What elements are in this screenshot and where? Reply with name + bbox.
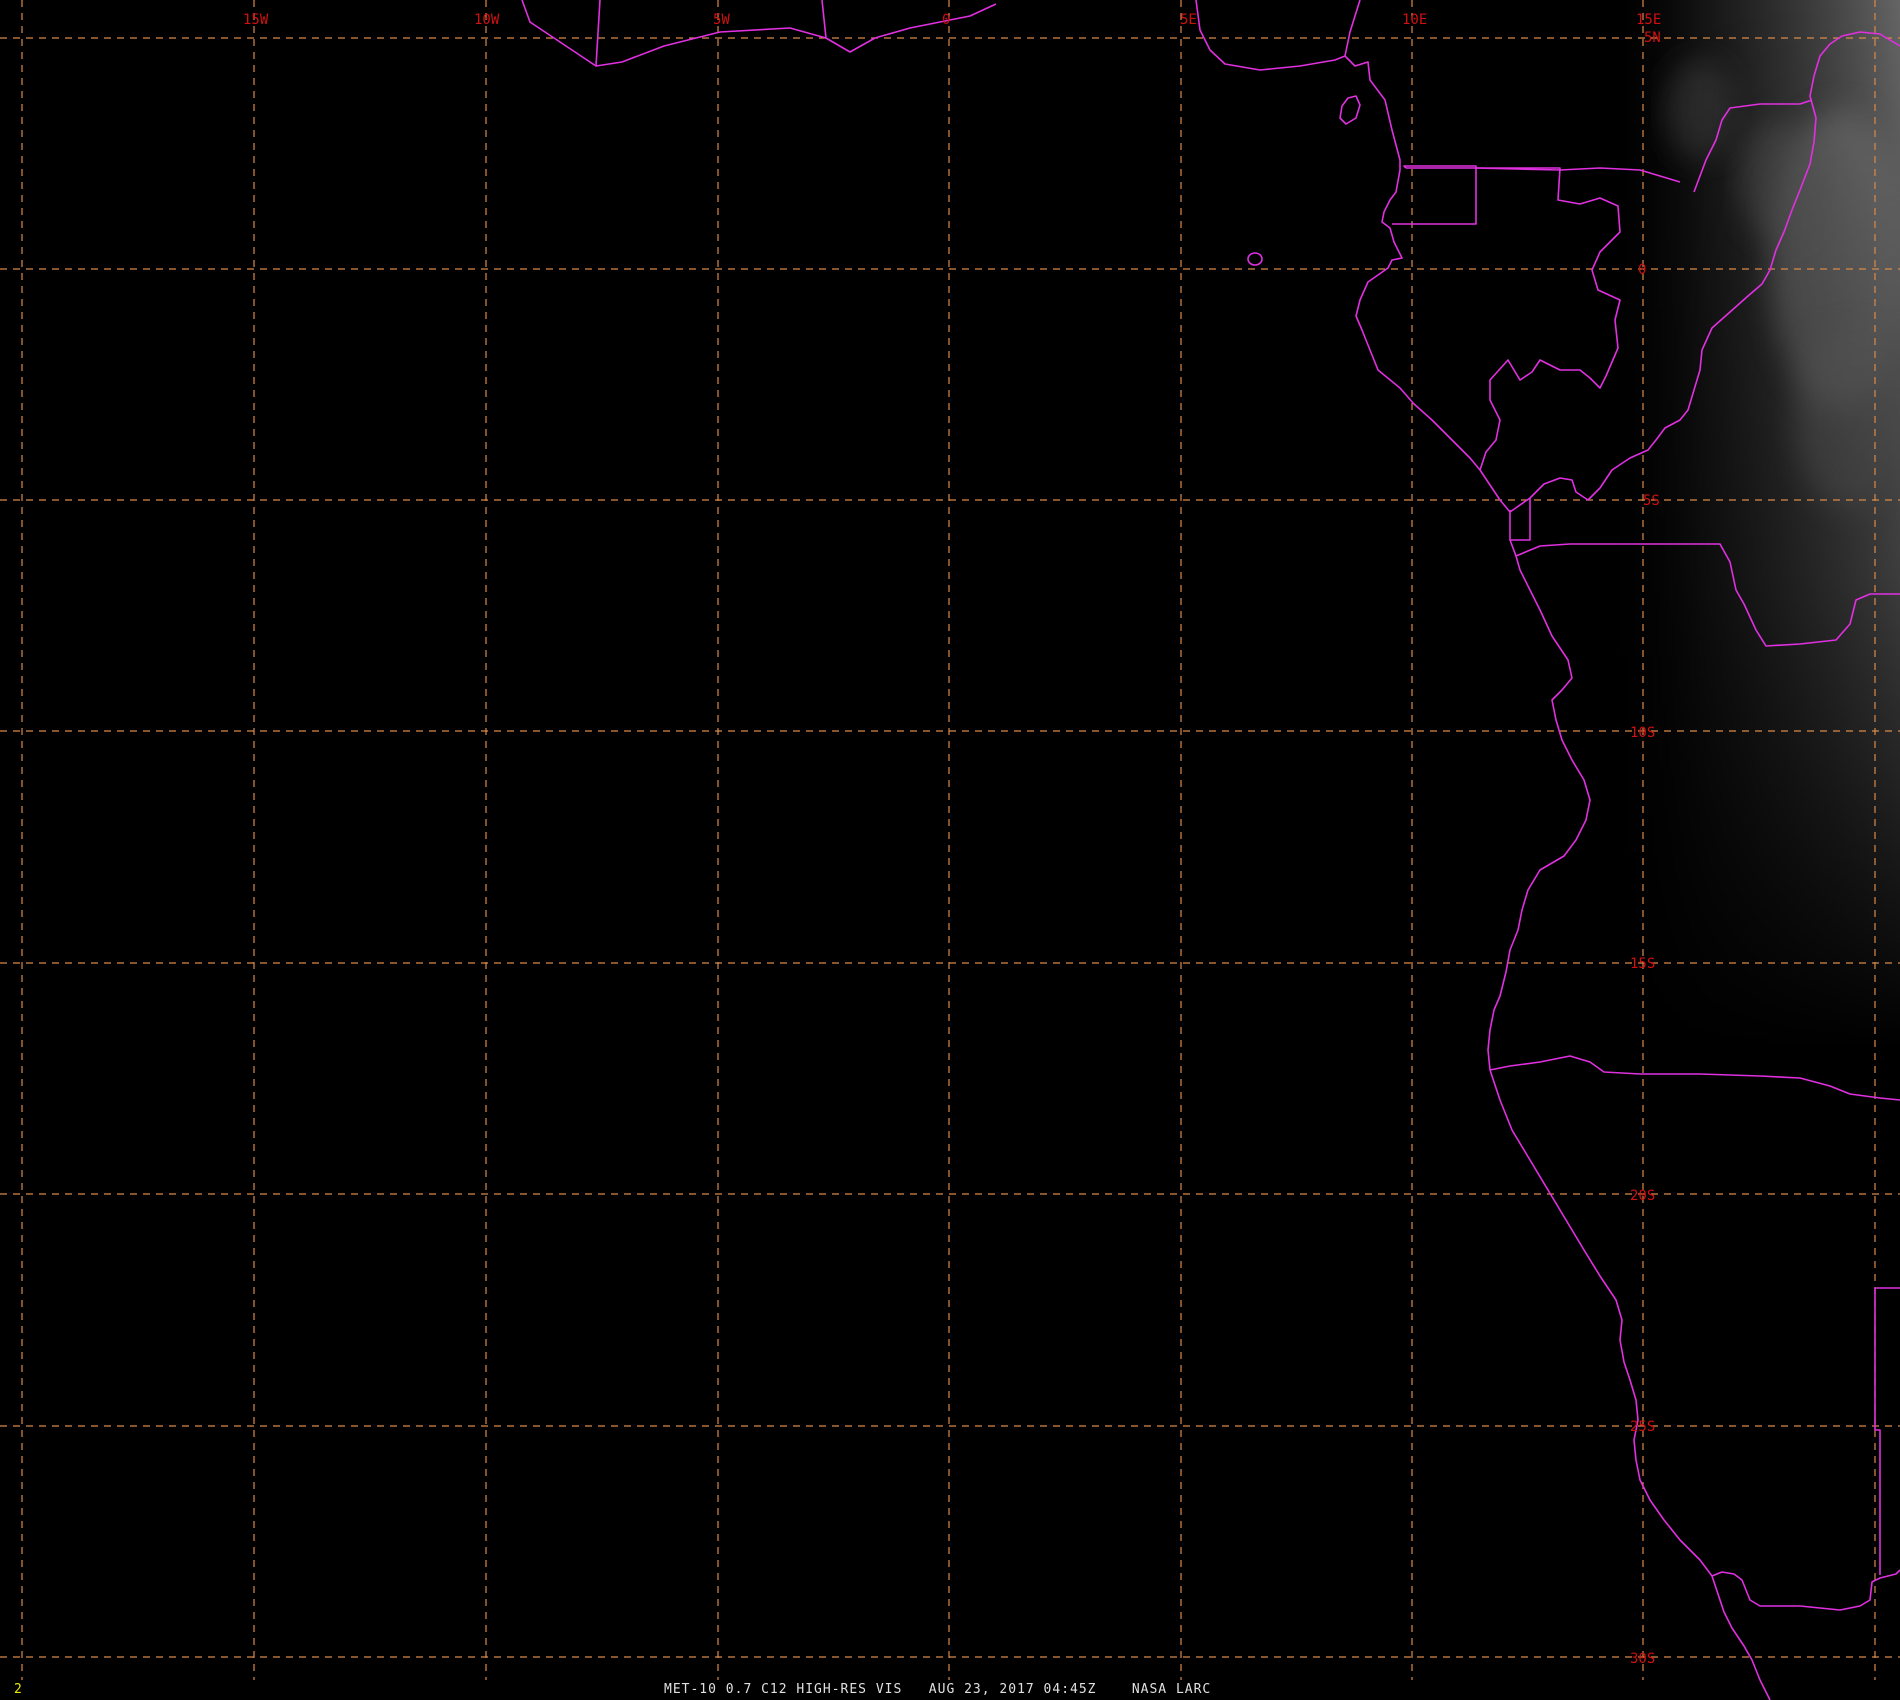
lat-label-30s: 30S bbox=[1630, 1651, 1655, 1667]
lon-label-0: 0 bbox=[942, 12, 950, 28]
gabon-congo-border bbox=[1476, 167, 1621, 471]
frame-number: 2 bbox=[14, 1682, 22, 1697]
namibia-coastline bbox=[1489, 1069, 1771, 1700]
satellite-map: 15W 10W 5W 0 5E 10E 15E 5N 0 5S 10S 15S … bbox=[0, 0, 1900, 1700]
satellite-image-view: 15W 10W 5W 0 5E 10E 15E 5N 0 5S 10S 15S … bbox=[0, 0, 1900, 1700]
cloud-imagery bbox=[1600, 0, 1900, 1050]
grid-labels: 15W 10W 5W 0 5E 10E 15E 5N 0 5S 10S 15S … bbox=[243, 12, 1661, 1667]
west-africa-coastline bbox=[521, 0, 997, 67]
lon-label-15w: 15W bbox=[243, 12, 269, 28]
lon-label-15e: 15E bbox=[1636, 12, 1661, 28]
lon-label-5e: 5E bbox=[1180, 12, 1197, 28]
lon-label-10w: 10W bbox=[474, 12, 500, 28]
lat-label-5s: 5S bbox=[1643, 493, 1660, 509]
status-bar: 2 MET-10 0.7 C12 HIGH-RES VIS AUG 23, 20… bbox=[0, 1678, 1900, 1700]
lat-label-15s: 15S bbox=[1630, 956, 1655, 972]
lat-label-0: 0 bbox=[1638, 262, 1646, 278]
ghana-border bbox=[595, 0, 601, 67]
angola-coastline bbox=[1487, 539, 1591, 1071]
equatorial-guinea-border bbox=[1392, 165, 1477, 225]
sao-tome-island bbox=[1247, 252, 1263, 266]
lat-label-5n: 5N bbox=[1644, 30, 1661, 46]
lon-label-5w: 5W bbox=[713, 12, 730, 28]
image-caption: MET-10 0.7 C12 HIGH-RES VIS AUG 23, 2017… bbox=[664, 1682, 1212, 1697]
angola-namibia-border bbox=[1489, 1055, 1900, 1101]
lon-label-10e: 10E bbox=[1402, 12, 1427, 28]
nigeria-cameroon-coastline bbox=[1195, 0, 1346, 71]
bioko-island bbox=[1339, 95, 1361, 125]
central-africa-coastline bbox=[1355, 169, 1511, 513]
lat-label-25s: 25S bbox=[1630, 1419, 1655, 1435]
nigeria-cameroon-border bbox=[1344, 0, 1401, 170]
togo-border bbox=[821, 0, 827, 39]
lat-label-10s: 10S bbox=[1630, 725, 1655, 741]
namibia-south-africa-border bbox=[1711, 1569, 1900, 1611]
lat-label-20s: 20S bbox=[1630, 1188, 1655, 1204]
namibia-botswana-border bbox=[1874, 1287, 1900, 1575]
